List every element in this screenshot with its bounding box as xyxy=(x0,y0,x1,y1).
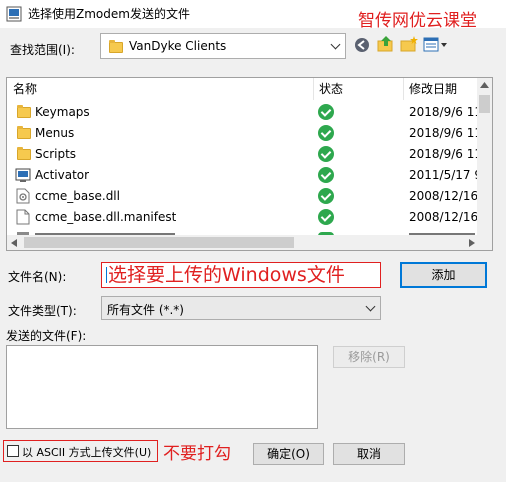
window-title: 选择使用Zmodem发送的文件 xyxy=(28,7,190,21)
folder-icon xyxy=(17,105,31,118)
scroll-right-icon[interactable] xyxy=(469,239,475,247)
ascii-annotation: 不要打勾 xyxy=(163,444,231,464)
vertical-scroll-thumb[interactable] xyxy=(479,95,490,113)
file-name: Menus xyxy=(35,126,75,140)
folder-icon xyxy=(17,147,31,160)
sync-ok-icon xyxy=(318,125,334,141)
filetype-value: 所有文件 (*.*) xyxy=(107,303,184,317)
list-item[interactable]: ccme_base.dll 2008/12/16 xyxy=(7,186,479,206)
file-name: Activator xyxy=(35,168,90,182)
column-header-status[interactable]: 状态 xyxy=(319,78,343,100)
chevron-down-icon xyxy=(365,301,376,312)
file-date: 2008/12/16 xyxy=(409,210,479,224)
file-icon xyxy=(16,209,30,225)
file-date: 2018/9/6 11 xyxy=(409,126,479,140)
filename-annotation: 选择要上传的Windows文件 xyxy=(108,264,345,286)
ok-button[interactable]: 确定(O) xyxy=(253,443,324,465)
file-name: ccme_base.dll xyxy=(35,189,120,203)
folder-icon xyxy=(109,40,123,53)
list-item[interactable]: Scripts 2018/9/6 11 xyxy=(7,144,479,164)
remove-button[interactable]: 移除(R) xyxy=(333,346,405,368)
app-icon xyxy=(6,6,22,22)
list-item[interactable]: ccme_base.dll.manifest 2008/12/16 xyxy=(7,207,479,227)
cancel-button[interactable]: 取消 xyxy=(333,443,405,465)
column-header-date[interactable]: 修改日期 xyxy=(409,78,457,100)
send-file-list[interactable] xyxy=(6,345,318,429)
filename-label: 文件名(N): xyxy=(8,270,67,284)
horizontal-scroll-thumb[interactable] xyxy=(24,237,294,248)
file-date: 2018/9/6 11 xyxy=(409,105,479,119)
scroll-left-icon[interactable] xyxy=(11,239,17,247)
sync-ok-icon xyxy=(318,209,334,225)
add-button[interactable]: 添加 xyxy=(400,262,487,288)
file-date: 2011/5/17 9 xyxy=(409,168,479,182)
new-folder-icon[interactable] xyxy=(400,35,418,53)
column-divider xyxy=(313,78,314,100)
column-divider xyxy=(403,78,404,100)
scroll-up-icon[interactable] xyxy=(480,82,489,88)
app-icon xyxy=(15,168,31,182)
ascii-option-label[interactable]: 以 ASCII 方式上传文件(U) xyxy=(22,444,151,460)
send-list-label: 发送的文件(F): xyxy=(6,329,87,343)
folder-icon xyxy=(17,126,31,139)
filetype-label: 文件类型(T): xyxy=(8,304,77,318)
view-menu-icon[interactable] xyxy=(423,37,449,53)
chevron-down-icon xyxy=(330,39,341,50)
file-name: ccme_base.dll.manifest xyxy=(35,210,177,224)
list-item[interactable]: Activator 2011/5/17 9 xyxy=(7,165,479,185)
sync-ok-icon xyxy=(318,104,334,120)
sync-ok-icon xyxy=(318,167,334,183)
file-name: Scripts xyxy=(35,147,77,161)
list-item[interactable]: Menus 2018/9/6 11 xyxy=(7,123,479,143)
watermark-text: 智传网优云课堂 xyxy=(358,11,477,31)
lookin-value: VanDyke Clients xyxy=(129,39,227,53)
column-header-name[interactable]: 名称 xyxy=(13,78,37,100)
dll-icon xyxy=(16,188,30,204)
back-icon[interactable] xyxy=(354,37,370,53)
file-name: Keymaps xyxy=(35,105,90,119)
filetype-combo[interactable]: 所有文件 (*.*) xyxy=(101,296,381,320)
file-list[interactable]: 名称 状态 修改日期 Keymaps 2018/9/6 11 Menus 201… xyxy=(6,77,493,251)
sync-ok-icon xyxy=(318,146,334,162)
lookin-combo[interactable]: VanDyke Clients xyxy=(100,33,346,59)
vertical-scrollbar[interactable] xyxy=(477,78,492,250)
file-date: 2008/12/16 xyxy=(409,189,479,203)
list-item[interactable]: Keymaps 2018/9/6 11 xyxy=(7,102,479,122)
up-folder-icon[interactable] xyxy=(377,35,395,53)
ascii-checkbox[interactable] xyxy=(7,445,19,457)
horizontal-scrollbar[interactable] xyxy=(7,235,479,250)
sync-ok-icon xyxy=(318,188,334,204)
text-caret xyxy=(106,267,107,283)
lookin-label: 查找范围(I): xyxy=(10,43,75,57)
file-date: 2018/9/6 11 xyxy=(409,147,479,161)
